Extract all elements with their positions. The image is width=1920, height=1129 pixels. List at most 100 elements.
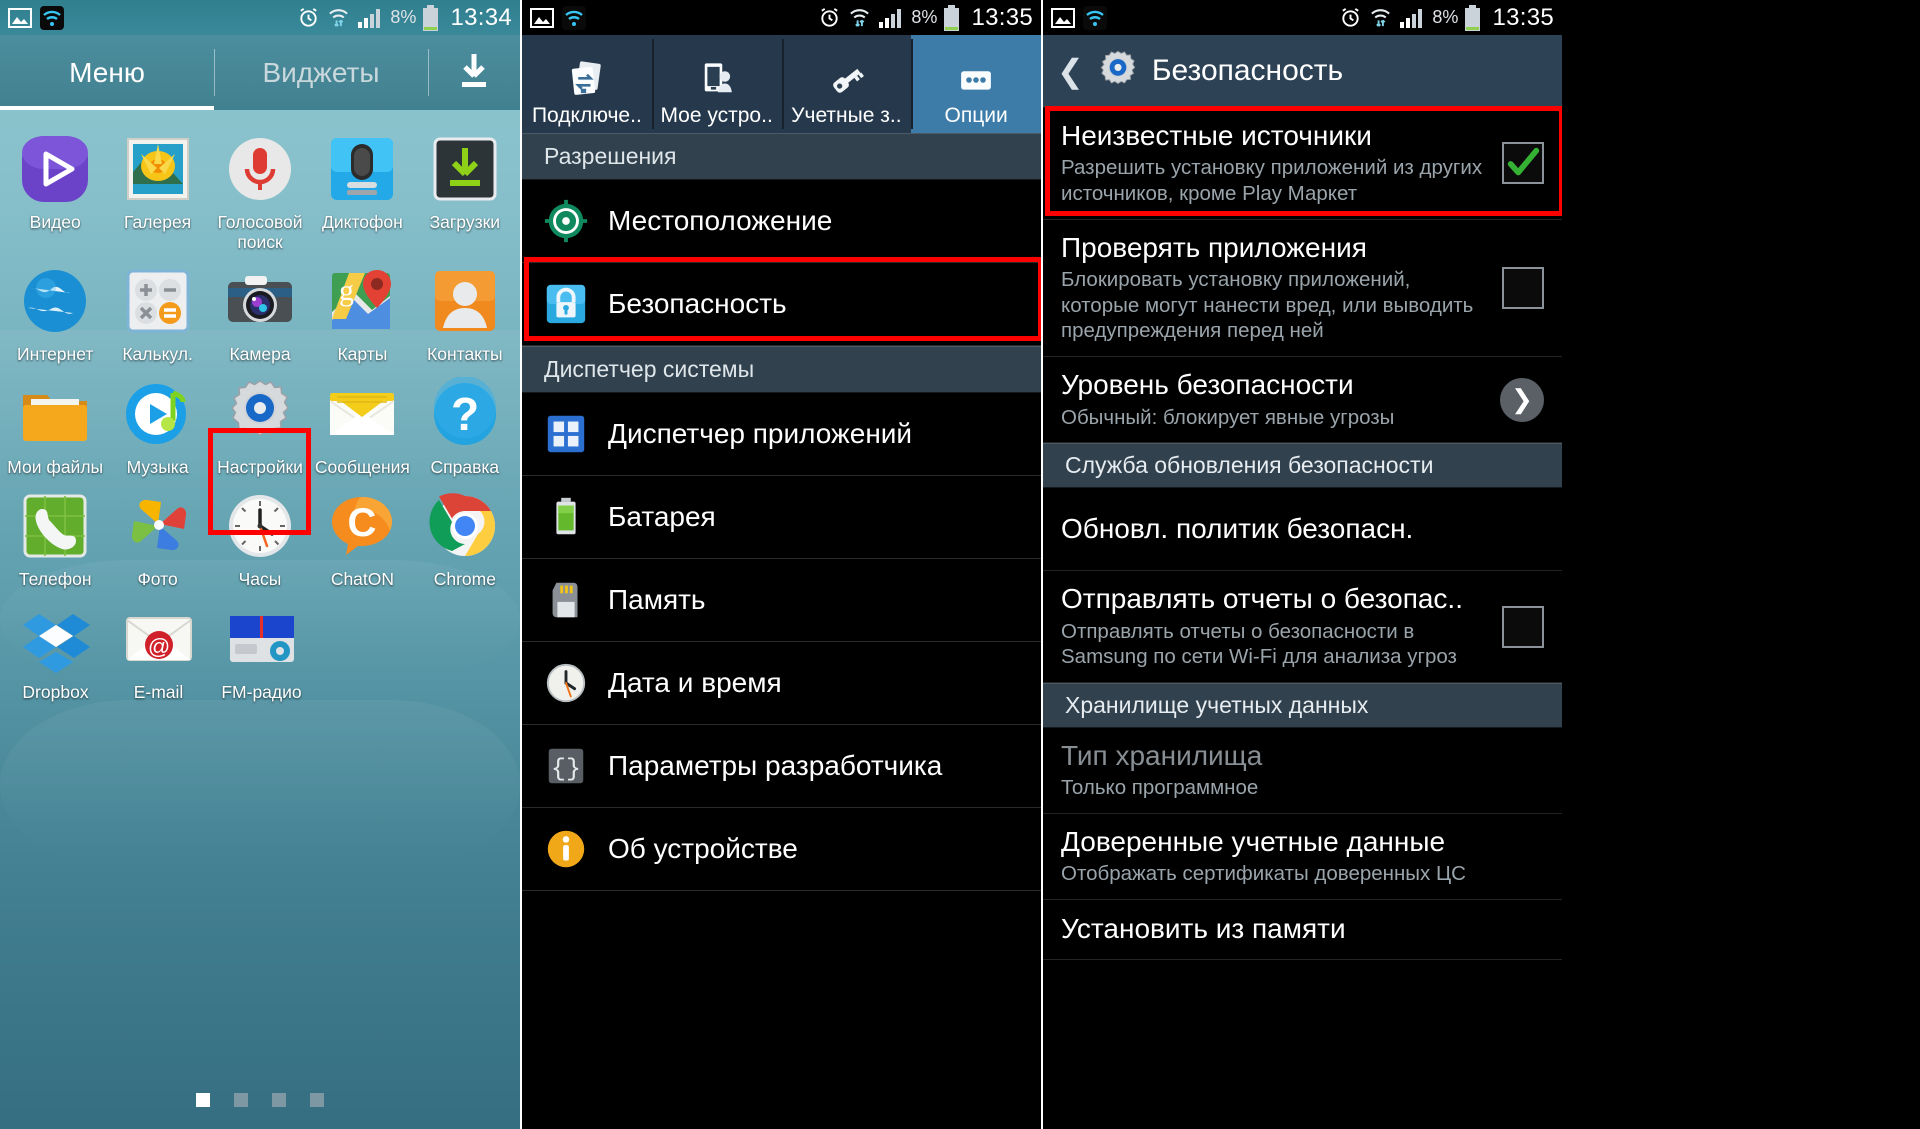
row-verify-apps[interactable]: Проверять приложения Блокировать установ… <box>1043 219 1562 358</box>
battery-percent: 8% <box>911 7 938 27</box>
app-chaton[interactable]: C ChatON <box>311 489 413 590</box>
row-text: Проверять приложения Блокировать установ… <box>1061 232 1502 344</box>
app-maps[interactable]: g Карты <box>311 264 413 365</box>
tab-widgets[interactable]: Виджеты <box>214 35 428 110</box>
back-chevron-icon[interactable]: ❮ <box>1057 52 1084 90</box>
battery-icon <box>423 4 439 31</box>
email-icon: @ <box>122 602 196 676</box>
download-button[interactable] <box>428 35 520 110</box>
svg-text:?: ? <box>451 388 479 440</box>
help-icon: ? <box>428 376 502 451</box>
signal-icon <box>1399 7 1425 29</box>
chevron-right-icon[interactable]: ❯ <box>1500 377 1544 422</box>
battery-percent: 8% <box>390 7 417 27</box>
app-voice-search[interactable]: Голосовой поиск <box>209 132 311 252</box>
contacts-icon <box>428 264 502 338</box>
app-help[interactable]: ? Справка <box>414 376 516 478</box>
app-voice-recorder[interactable]: Диктофон <box>311 132 413 252</box>
checkbox-verify-apps[interactable] <box>1502 266 1544 309</box>
app-label: ChatON <box>330 569 395 590</box>
maps-icon: g <box>325 264 399 338</box>
app-fm-radio[interactable]: FM-радио <box>210 602 313 703</box>
security-highlight-box <box>524 257 1041 341</box>
row-send-reports[interactable]: Отправлять отчеты о безопас.. Отправлять… <box>1043 571 1562 683</box>
row-security-level[interactable]: Уровень безопасности Обычный: блокирует … <box>1043 357 1562 444</box>
row-install-from-storage[interactable]: Установить из памяти <box>1043 900 1562 961</box>
fm-radio-icon <box>225 602 299 676</box>
app-messages[interactable]: Сообщения <box>311 377 413 478</box>
tab-my-device[interactable]: Мое устро.. <box>651 35 782 133</box>
app-gallery[interactable]: Галерея <box>106 132 208 252</box>
row-text: Уровень безопасности Обычный: блокирует … <box>1061 369 1500 430</box>
app-video[interactable]: Видео <box>4 132 106 252</box>
messages-icon <box>325 377 399 451</box>
panel-security-settings: 8% 13:35 ❮ Безопасность Неизвестные исто… <box>1041 0 1562 1129</box>
tab-connections[interactable]: Подключе.. <box>522 35 652 133</box>
settings-item-about-device[interactable]: Об устройстве <box>522 808 1041 891</box>
storage-icon <box>540 574 592 626</box>
settings-highlight-box <box>208 428 311 535</box>
page-dot[interactable] <box>310 1093 324 1107</box>
settings-item-label: Местоположение <box>608 205 833 236</box>
app-label: Телефон <box>18 569 92 590</box>
tab-menu[interactable]: Меню <box>0 35 214 110</box>
app-label: E-mail <box>133 681 184 702</box>
app-label: Chrome <box>433 569 496 590</box>
app-label: Контакты <box>427 344 503 365</box>
tab-options[interactable]: Опции <box>911 35 1041 133</box>
page-dot[interactable] <box>196 1093 210 1107</box>
download-icon <box>455 52 493 94</box>
section-header-permissions: Разрешения <box>522 133 1041 180</box>
status-bar: 8% 13:35 <box>522 0 1041 35</box>
page-dot[interactable] <box>234 1093 248 1107</box>
app-music[interactable]: Музыка <box>106 377 208 478</box>
settings-item-developer-options[interactable]: {} Параметры разработчика <box>522 725 1041 808</box>
app-label: Загрузки <box>429 212 501 232</box>
app-phone[interactable]: Телефон <box>4 489 106 590</box>
app-email[interactable]: @ E-mail <box>107 602 210 703</box>
app-downloads[interactable]: Загрузки <box>414 132 516 252</box>
checkbox-send-reports[interactable] <box>1502 605 1544 648</box>
tab-label: Опции <box>944 104 1008 127</box>
row-update-policies[interactable]: Обновл. политик безопасн. <box>1043 488 1562 572</box>
settings-item-date-time[interactable]: Дата и время <box>522 642 1041 725</box>
row-title: Проверять приложения <box>1061 231 1367 263</box>
tab-accounts[interactable]: Учетные з.. <box>781 35 912 133</box>
app-label: Сообщения <box>314 456 410 477</box>
security-header: ❮ Безопасность <box>1043 35 1562 108</box>
page-indicator <box>0 1093 520 1107</box>
battery-percent: 8% <box>1432 7 1459 27</box>
svg-text:@: @ <box>147 634 169 659</box>
wifi-icon <box>562 5 586 30</box>
app-row: Интернет Калькул. Камера g Карты Контакт… <box>4 264 516 377</box>
row-text: Доверенные учетные данные Отображать сер… <box>1061 826 1544 887</box>
app-label: Мои файлы <box>7 456 104 477</box>
row-trusted-credentials[interactable]: Доверенные учетные данные Отображать сер… <box>1043 813 1562 901</box>
tab-label: Подключе.. <box>531 104 642 127</box>
page-dot[interactable] <box>272 1093 286 1107</box>
app-chrome[interactable]: Chrome <box>414 489 516 590</box>
settings-item-storage[interactable]: Память <box>522 559 1041 642</box>
settings-item-battery[interactable]: Батарея <box>522 476 1041 559</box>
settings-item-app-manager[interactable]: Диспетчер приложений <box>522 393 1041 476</box>
about-device-icon <box>540 823 592 875</box>
gallery-icon <box>121 132 195 206</box>
accounts-icon <box>825 57 867 101</box>
app-camera[interactable]: Камера <box>209 264 311 365</box>
app-manager-icon <box>540 408 592 460</box>
app-calculator[interactable]: Калькул. <box>106 264 208 365</box>
drawer-tabs: Меню Виджеты <box>0 35 520 110</box>
app-contacts[interactable]: Контакты <box>414 264 516 365</box>
settings-item-location[interactable]: Местоположение <box>522 180 1041 263</box>
app-dropbox[interactable]: Dropbox <box>4 602 107 703</box>
app-label: Диктофон <box>322 212 403 232</box>
app-photos[interactable]: Фото <box>106 489 208 590</box>
settings-item-label: Об устройстве <box>608 833 798 864</box>
settings-item-label: Параметры разработчика <box>608 750 943 781</box>
wallpaper-wave <box>0 700 520 870</box>
tab-label: Мое устро.. <box>660 104 773 127</box>
app-my-files[interactable]: Мои файлы <box>4 377 106 478</box>
date-time-icon <box>540 657 592 709</box>
app-label: FM-радио <box>221 681 302 702</box>
app-internet[interactable]: Интернет <box>4 264 106 365</box>
